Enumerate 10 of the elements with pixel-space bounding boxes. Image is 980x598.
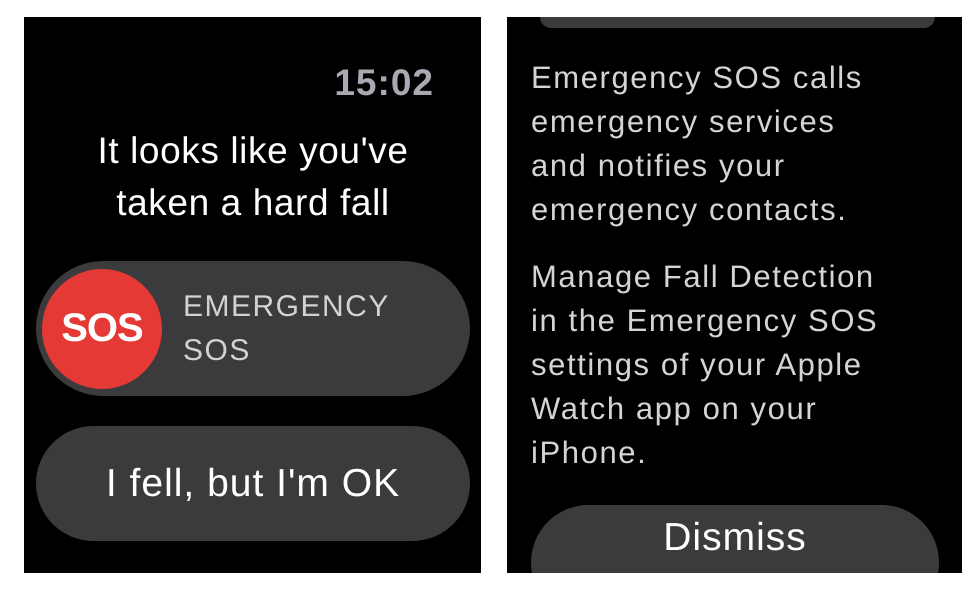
info-paragraph: Manage Fall Detection in the Emergency SOS settings of your Apple Watch app on your iPhone. xyxy=(531,258,880,472)
scrolled-button[interactable] xyxy=(540,17,935,28)
slider-label: EMERGENCY SOS xyxy=(183,288,390,368)
clock-time: 15:02 xyxy=(333,61,435,105)
sos-slider-handle[interactable]: SOS xyxy=(42,268,162,388)
alert-title: It looks like you've taken a hard fall xyxy=(96,129,410,225)
ok-button[interactable]: I fell, but I'm OK xyxy=(36,426,470,541)
info-paragraph: Emergency SOS calls emergency services and notifies your emergency contacts. xyxy=(531,59,864,229)
sos-slider[interactable]: SOS EMERGENCY SOS xyxy=(36,261,470,396)
dismiss-button[interactable]: Dismiss xyxy=(531,505,939,573)
